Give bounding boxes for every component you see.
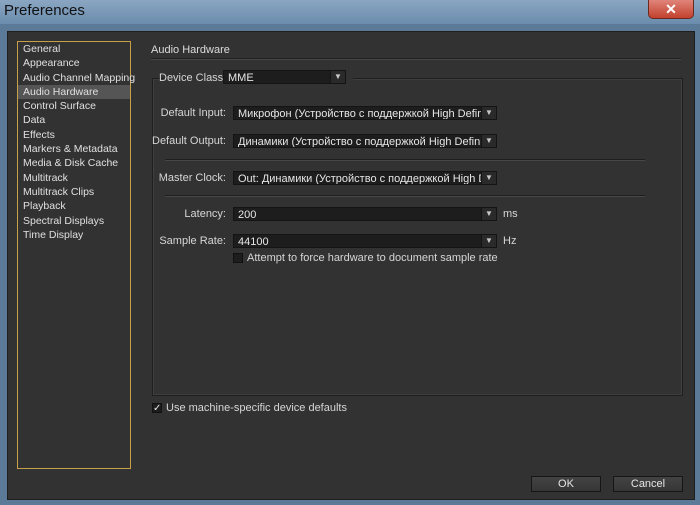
default-output-label: Default Output: bbox=[152, 135, 226, 147]
default-input-value: Микрофон (Устройство с поддержкой High D… bbox=[238, 108, 496, 120]
page-title: Audio Hardware bbox=[151, 44, 230, 56]
default-input-dropdown[interactable]: Микрофон (Устройство с поддержкой High D… bbox=[233, 106, 497, 120]
close-button[interactable]: ✕ bbox=[648, 0, 694, 19]
chevron-down-icon: ▼ bbox=[481, 135, 496, 147]
latency-dropdown[interactable]: 200 ▼ bbox=[233, 207, 497, 221]
master-clock-dropdown[interactable]: Out: Динамики (Устройство с поддержкой H… bbox=[233, 171, 497, 185]
machine-defaults-label: Use machine-specific device defaults bbox=[166, 402, 347, 414]
divider bbox=[165, 159, 645, 161]
title-divider bbox=[151, 58, 681, 60]
chevron-down-icon: ▼ bbox=[481, 235, 496, 247]
machine-defaults-checkbox[interactable]: ✓ bbox=[152, 403, 162, 414]
sidebar-item-spectral-displays[interactable]: Spectral Displays bbox=[18, 214, 130, 228]
default-input-label: Default Input: bbox=[160, 107, 226, 119]
default-output-value: Динамики (Устройство с поддержкой High D… bbox=[238, 136, 496, 148]
preferences-window: Preferences ✕ General Appearance Audio Cha… bbox=[0, 0, 700, 505]
device-class-label: Device Class: bbox=[159, 72, 227, 84]
window-title: Preferences bbox=[4, 2, 85, 19]
sidebar-item-playback[interactable]: Playback bbox=[18, 199, 130, 213]
title-bar[interactable]: Preferences ✕ bbox=[0, 0, 700, 24]
chevron-down-icon: ▼ bbox=[330, 71, 345, 83]
sidebar-item-time-display[interactable]: Time Display bbox=[18, 228, 130, 242]
sample-rate-unit: Hz bbox=[503, 235, 517, 247]
sidebar-item-control-surface[interactable]: Control Surface bbox=[18, 99, 130, 113]
sidebar-item-effects[interactable]: Effects bbox=[18, 128, 130, 142]
category-list: General Appearance Audio Channel Mapping Au… bbox=[17, 41, 135, 469]
default-output-dropdown[interactable]: Динамики (Устройство с поддержкой High D… bbox=[233, 134, 497, 148]
sidebar-item-multitrack-clips[interactable]: Multitrack Clips bbox=[18, 185, 130, 199]
sidebar-item-audio-channel-mapping[interactable]: Audio Channel Mapping bbox=[18, 71, 135, 85]
sidebar-item-audio-hardware[interactable]: Audio Hardware bbox=[18, 84, 130, 100]
divider bbox=[165, 195, 645, 197]
latency-value: 200 bbox=[238, 209, 257, 221]
force-sample-rate-label: Attempt to force hardware to document sa… bbox=[247, 252, 498, 264]
master-clock-label: Master Clock: bbox=[158, 172, 226, 184]
sidebar-item-general[interactable]: General bbox=[18, 42, 130, 56]
sample-rate-value: 44100 bbox=[238, 236, 269, 248]
check-icon: ✓ bbox=[153, 403, 162, 414]
chevron-down-icon: ▼ bbox=[481, 208, 496, 220]
dialog-body: General Appearance Audio Channel Mapping Au… bbox=[7, 31, 695, 500]
sidebar-item-multitrack[interactable]: Multitrack bbox=[18, 171, 130, 185]
device-class-dropdown[interactable]: MME ▼ bbox=[223, 70, 346, 84]
cancel-button[interactable]: Cancel bbox=[613, 476, 683, 492]
sidebar-item-markers-metadata[interactable]: Markers & Metadata bbox=[18, 142, 130, 156]
sidebar-item-media-disk-cache[interactable]: Media & Disk Cache bbox=[18, 156, 130, 170]
close-icon: ✕ bbox=[665, 1, 677, 17]
sample-rate-dropdown[interactable]: 44100 ▼ bbox=[233, 234, 497, 248]
latency-label: Latency: bbox=[184, 208, 226, 220]
chevron-down-icon: ▼ bbox=[481, 107, 496, 119]
latency-unit: ms bbox=[503, 208, 518, 220]
device-class-value: MME bbox=[228, 72, 254, 84]
ok-button[interactable]: OK bbox=[531, 476, 601, 492]
force-sample-rate-checkbox[interactable] bbox=[233, 253, 243, 263]
chevron-down-icon: ▼ bbox=[481, 172, 496, 184]
sidebar-item-data[interactable]: Data bbox=[18, 113, 130, 127]
master-clock-value: Out: Динамики (Устройство с поддержкой H… bbox=[238, 173, 496, 185]
sidebar-item-appearance[interactable]: Appearance bbox=[18, 56, 130, 70]
sample-rate-label: Sample Rate: bbox=[159, 235, 226, 247]
